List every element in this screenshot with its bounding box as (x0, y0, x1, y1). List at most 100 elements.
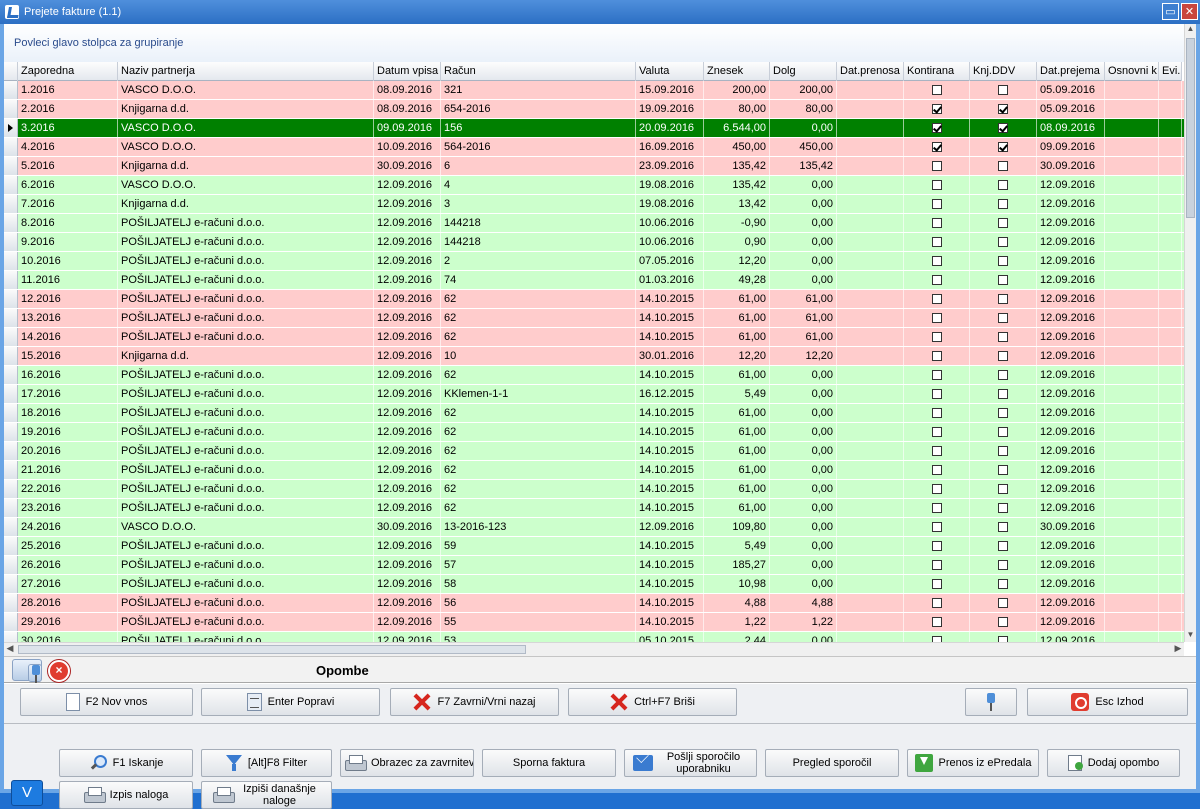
group-by-panel[interactable]: Povleci glavo stolpca za grupiranje (4, 24, 1196, 62)
v-toggle-button[interactable]: V (11, 780, 43, 806)
table-row[interactable]: 12.2016 POŠILJATELJ e-računi d.o.o. 12.09.… (4, 290, 1184, 309)
knj-ddv-checkbox[interactable] (998, 522, 1008, 533)
table-row[interactable]: 1.2016 VASCO D.O.O. 08.09.2016 321 15.09.201… (4, 81, 1184, 100)
row-indicator[interactable] (4, 233, 18, 251)
row-indicator[interactable] (4, 442, 18, 460)
table-row[interactable]: 23.2016 POŠILJATELJ e-računi d.o.o. 12.09.… (4, 499, 1184, 518)
knj-ddv-checkbox[interactable] (998, 275, 1008, 286)
row-indicator[interactable] (4, 157, 18, 175)
kontirana-checkbox[interactable] (931, 142, 942, 153)
knj-ddv-checkbox[interactable] (998, 180, 1008, 191)
knj-ddv-checkbox[interactable] (998, 541, 1008, 552)
table-row[interactable]: 28.2016 POŠILJATELJ e-računi d.o.o. 12.09.… (4, 594, 1184, 613)
kontirana-checkbox[interactable] (931, 332, 942, 343)
knj-ddv-checkbox[interactable] (998, 408, 1008, 419)
row-indicator[interactable] (4, 195, 18, 213)
view-messages-button[interactable]: Pregled sporočil (765, 749, 899, 777)
table-row[interactable]: 7.2016 Knjigarna d.d. 12.09.2016 3 19.08.201… (4, 195, 1184, 214)
row-indicator[interactable] (4, 461, 18, 479)
table-row[interactable]: 18.2016 POŠILJATELJ e-računi d.o.o. 12.09.… (4, 404, 1184, 423)
knj-ddv-checkbox[interactable] (998, 446, 1008, 457)
col-racun-header[interactable]: Račun (441, 62, 636, 81)
kontirana-checkbox[interactable] (931, 617, 942, 628)
kontirana-checkbox[interactable] (931, 370, 942, 381)
kontirana-checkbox[interactable] (931, 484, 942, 495)
pin-notes-button[interactable] (12, 659, 42, 683)
scroll-left-icon[interactable]: ◀ (4, 643, 16, 656)
new-entry-button[interactable]: F2 Nov vnos (20, 688, 193, 716)
import-epredal-button[interactable]: Prenos iz ePredala (907, 749, 1039, 777)
row-indicator[interactable] (4, 81, 18, 99)
row-indicator[interactable] (4, 575, 18, 593)
table-row[interactable]: 11.2016 POŠILJATELJ e-računi d.o.o. 12.09.… (4, 271, 1184, 290)
row-indicator[interactable] (4, 480, 18, 498)
row-indicator[interactable] (4, 328, 18, 346)
reject-form-button[interactable]: Obrazec za zavrnitev (340, 749, 474, 777)
table-row[interactable]: 26.2016 POŠILJATELJ e-računi d.o.o. 12.09.… (4, 556, 1184, 575)
row-indicator[interactable] (4, 347, 18, 365)
knj-ddv-checkbox[interactable] (998, 560, 1008, 571)
col-znesek-header[interactable]: Znesek (704, 62, 770, 81)
table-row[interactable]: 5.2016 Knjigarna d.d. 30.09.2016 6 23.09.201… (4, 157, 1184, 176)
kontirana-checkbox[interactable] (931, 180, 942, 191)
table-row[interactable]: 29.2016 POŠILJATELJ e-računi d.o.o. 12.09.… (4, 613, 1184, 632)
kontirana-checkbox[interactable] (931, 351, 942, 362)
knj-ddv-checkbox[interactable] (998, 237, 1008, 248)
kontirana-checkbox[interactable] (931, 427, 942, 438)
table-row[interactable]: 16.2016 POŠILJATELJ e-računi d.o.o. 12.09.… (4, 366, 1184, 385)
table-row[interactable]: 13.2016 POŠILJATELJ e-računi d.o.o. 12.09.… (4, 309, 1184, 328)
row-indicator[interactable] (4, 138, 18, 156)
row-indicator[interactable] (4, 556, 18, 574)
table-row[interactable]: 6.2016 VASCO D.O.O. 12.09.2016 4 19.08.2016 1… (4, 176, 1184, 195)
row-indicator[interactable] (4, 423, 18, 441)
knj-ddv-checkbox[interactable] (998, 370, 1008, 381)
knj-ddv-checkbox[interactable] (998, 484, 1008, 495)
row-indicator[interactable] (4, 594, 18, 612)
table-row[interactable]: 27.2016 POŠILJATELJ e-računi d.o.o. 12.09.… (4, 575, 1184, 594)
horizontal-scroll-thumb[interactable] (18, 645, 526, 654)
reject-button[interactable]: F7 Zavrni/Vrni nazaj (390, 688, 559, 716)
col-knj-ddv-header[interactable]: Knj.DDV (970, 62, 1037, 81)
row-indicator[interactable] (4, 385, 18, 403)
knj-ddv-checkbox[interactable] (998, 142, 1008, 153)
knj-ddv-checkbox[interactable] (998, 617, 1008, 628)
print-order-button[interactable]: Izpis naloga (59, 781, 193, 809)
col-kontirana-header[interactable]: Kontirana (904, 62, 970, 81)
kontirana-checkbox[interactable] (931, 522, 942, 533)
row-indicator[interactable] (4, 537, 18, 555)
kontirana-checkbox[interactable] (931, 294, 942, 305)
vertical-scroll-thumb[interactable] (1186, 38, 1195, 218)
table-row[interactable]: 21.2016 POŠILJATELJ e-računi d.o.o. 12.09.… (4, 461, 1184, 480)
horizontal-scrollbar[interactable]: ◀ ▶ (4, 642, 1184, 656)
knj-ddv-checkbox[interactable] (998, 351, 1008, 362)
exit-button[interactable]: Esc Izhod (1027, 688, 1188, 716)
knj-ddv-checkbox[interactable] (998, 256, 1008, 267)
kontirana-checkbox[interactable] (931, 275, 942, 286)
knj-ddv-checkbox[interactable] (998, 579, 1008, 590)
knj-ddv-checkbox[interactable] (998, 598, 1008, 609)
kontirana-checkbox[interactable] (931, 408, 942, 419)
kontirana-checkbox[interactable] (931, 446, 942, 457)
send-message-button[interactable]: Pošlji sporočilo uporabniku (624, 749, 757, 777)
knj-ddv-checkbox[interactable] (998, 427, 1008, 438)
row-indicator[interactable] (4, 518, 18, 536)
knj-ddv-checkbox[interactable] (998, 199, 1008, 210)
kontirana-checkbox[interactable] (931, 465, 942, 476)
kontirana-checkbox[interactable] (931, 560, 942, 571)
disputed-invoice-button[interactable]: Sporna faktura (482, 749, 616, 777)
kontirana-checkbox[interactable] (931, 161, 942, 172)
filter-button[interactable]: [Alt]F8 Filter (201, 749, 332, 777)
kontirana-checkbox[interactable] (931, 313, 942, 324)
knj-ddv-checkbox[interactable] (998, 123, 1008, 134)
table-row[interactable]: 2.2016 Knjigarna d.d. 08.09.2016 654-2016 19… (4, 100, 1184, 119)
col-dolg-header[interactable]: Dolg (770, 62, 837, 81)
kontirana-checkbox[interactable] (931, 256, 942, 267)
table-row[interactable]: 10.2016 POŠILJATELJ e-računi d.o.o. 12.09.… (4, 252, 1184, 271)
close-window-button[interactable]: ✕ (1181, 3, 1198, 20)
kontirana-checkbox[interactable] (931, 579, 942, 590)
close-notes-button[interactable]: × (48, 660, 70, 682)
knj-ddv-checkbox[interactable] (998, 503, 1008, 514)
col-evi-header[interactable]: Evi.k (1159, 62, 1182, 81)
kontirana-checkbox[interactable] (931, 389, 942, 400)
row-indicator[interactable] (4, 252, 18, 270)
